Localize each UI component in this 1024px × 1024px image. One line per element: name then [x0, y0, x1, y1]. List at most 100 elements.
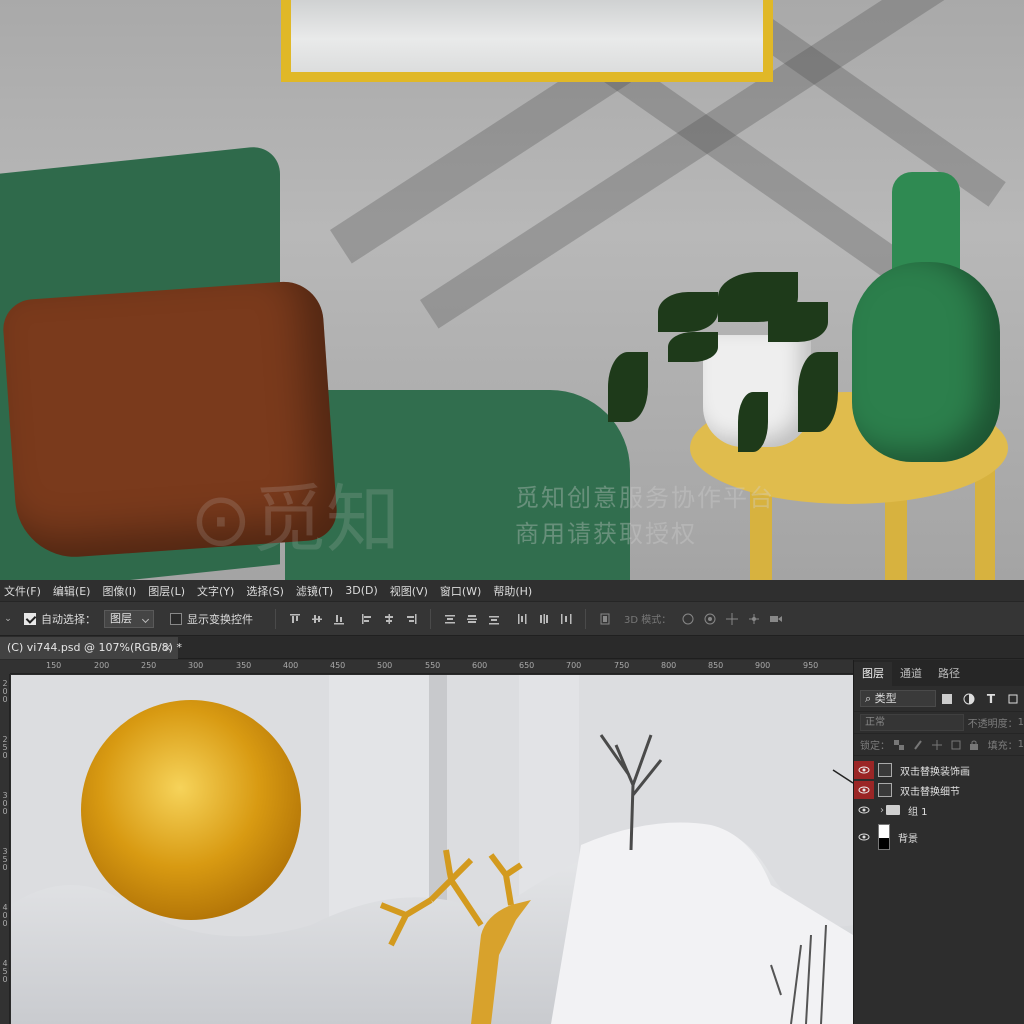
fill-label: 填充： — [987, 741, 1018, 752]
align-vcenter-icon[interactable] — [310, 612, 324, 626]
eye-icon[interactable] — [854, 828, 874, 846]
distribute-right-icon[interactable] — [559, 612, 573, 626]
layer-name: 组 1 — [908, 806, 928, 818]
tab-channels[interactable]: 通道 — [892, 662, 930, 686]
ruler-label: 850 — [708, 661, 724, 670]
align-hcenter-icon[interactable] — [382, 612, 396, 626]
menu-window[interactable]: 窗口(W) — [436, 583, 489, 599]
ruler-label: 500 — [377, 661, 393, 670]
layer-filter-value: 类型 — [874, 692, 897, 705]
document-canvas[interactable] — [11, 675, 853, 1024]
leaf — [768, 302, 828, 342]
menu-file[interactable]: 文件(F) — [0, 583, 49, 599]
lock-paint-icon[interactable] — [913, 738, 924, 752]
auto-select-dropdown[interactable]: 图层 — [104, 609, 154, 628]
auto-align-icon[interactable] — [598, 612, 612, 626]
lock-artboard-icon[interactable] — [950, 738, 961, 752]
lock-pixels-icon[interactable] — [894, 738, 905, 752]
ruler-label: 700 — [566, 661, 582, 670]
ruler-label: 0 — [2, 975, 8, 984]
ruler-label: 200 — [94, 661, 110, 670]
ruler-label: 0 — [2, 751, 8, 760]
ruler-label: 0 — [2, 807, 8, 816]
watermark-line2: 商用请获取授权 — [515, 520, 697, 548]
tab-layers[interactable]: 图层 — [854, 662, 892, 686]
document-tab-title: (C) vi744.psd @ 107%(RGB/8) * — [7, 641, 182, 654]
menu-select[interactable]: 选择(S) — [242, 583, 292, 599]
auto-select-checkbox[interactable] — [24, 612, 36, 625]
lock-move-icon[interactable] — [931, 738, 942, 752]
distribute-top-icon[interactable] — [443, 612, 457, 626]
room-photo: ⊙觅知 觅知创意服务协作平台 商用请获取授权 — [0, 0, 1024, 580]
document-tab[interactable]: (C) vi744.psd @ 107%(RGB/8) * × — [0, 637, 182, 659]
align-right-icon[interactable] — [404, 612, 418, 626]
mode-3d-label: 3D 模式： — [624, 615, 672, 626]
menu-view[interactable]: 视图(V) — [386, 583, 436, 599]
3d-pan-icon[interactable] — [725, 612, 739, 626]
leaf — [798, 352, 838, 432]
panel-tabs: 图层 通道 路径 — [854, 660, 1024, 686]
close-icon[interactable]: × — [163, 637, 172, 659]
auto-select-label: 自动选择： — [41, 612, 96, 626]
blend-mode-dropdown[interactable]: 正常 — [860, 714, 964, 731]
search-icon: ⌕ — [865, 692, 872, 705]
shape-filter-icon[interactable] — [1006, 692, 1020, 706]
expand-chevron-icon[interactable]: › — [880, 805, 884, 816]
transform-controls-checkbox[interactable] — [170, 612, 182, 625]
watermark-text: 觅知创意服务协作平台 商用请获取授权 — [515, 480, 775, 552]
align-top-icon[interactable] — [288, 612, 302, 626]
eye-icon[interactable] — [854, 801, 874, 819]
menu-filter[interactable]: 滤镜(T) — [292, 583, 341, 599]
watermark-line1: 觅知创意服务协作平台 — [515, 484, 775, 512]
options-bar: ⌄ 自动选择： 图层 显示变换控件 3D 模式： — [0, 601, 1024, 636]
ruler-label: 650 — [519, 661, 535, 670]
layer-row[interactable]: 背景 — [854, 820, 1024, 854]
background-thumbnail — [878, 824, 890, 850]
fill-value[interactable]: 1 — [1018, 739, 1024, 750]
eye-icon[interactable] — [854, 781, 874, 799]
menu-image[interactable]: 图像(I) — [98, 583, 144, 599]
distribute-vcenter-icon[interactable] — [465, 612, 479, 626]
distribute-hcenter-icon[interactable] — [537, 612, 551, 626]
leaf — [668, 332, 718, 362]
type-filter-icon[interactable]: T — [984, 692, 998, 706]
divider — [430, 608, 431, 629]
ruler-label: 350 — [236, 661, 252, 670]
3d-scale-icon[interactable] — [769, 612, 783, 626]
menu-help[interactable]: 帮助(H) — [489, 583, 540, 599]
menu-type[interactable]: 文字(Y) — [193, 583, 242, 599]
layer-filter-dropdown[interactable]: ⌕ 类型 — [860, 690, 936, 707]
align-bottom-icon[interactable] — [332, 612, 346, 626]
ruler-label: 900 — [755, 661, 771, 670]
3d-slide-icon[interactable] — [747, 612, 761, 626]
menu-3d[interactable]: 3D(D) — [341, 584, 386, 597]
pixel-filter-icon[interactable] — [940, 692, 954, 706]
document-tab-bar: (C) vi744.psd @ 107%(RGB/8) * × — [0, 637, 1024, 659]
leaf — [658, 292, 718, 332]
layer-row[interactable]: 双击替换细节 — [854, 780, 1024, 800]
horizontal-ruler: 150 200 250 300 350 400 450 500 550 600 … — [10, 660, 853, 674]
menu-layer[interactable]: 图层(L) — [144, 583, 193, 599]
tool-preset-chevron-icon[interactable]: ⌄ — [2, 614, 14, 624]
layer-row[interactable]: 双击替换装饰画 — [854, 760, 1024, 780]
adjustment-filter-icon[interactable] — [962, 692, 976, 706]
eye-icon[interactable] — [854, 761, 874, 779]
ruler-label: 450 — [330, 661, 346, 670]
ruler-label: 400 — [283, 661, 299, 670]
divider — [275, 608, 276, 629]
tab-paths[interactable]: 路径 — [930, 662, 968, 686]
distribute-bottom-icon[interactable] — [487, 612, 501, 626]
ruler-label: 250 — [141, 661, 157, 670]
ruler-label: 750 — [614, 661, 630, 670]
3d-roll-icon[interactable] — [703, 612, 717, 626]
3d-orbit-icon[interactable] — [681, 612, 695, 626]
menu-edit[interactable]: 编辑(E) — [49, 583, 99, 599]
opacity-value[interactable]: 1 — [1018, 717, 1024, 728]
photoshop-window: 文件(F) 编辑(E) 图像(I) 图层(L) 文字(Y) 选择(S) 滤镜(T… — [0, 580, 1024, 1024]
lock-row: 锁定： 填充： 1 — [854, 734, 1024, 756]
layer-row[interactable]: › 组 1 — [854, 800, 1024, 820]
distribute-left-icon[interactable] — [515, 612, 529, 626]
align-left-icon[interactable] — [360, 612, 374, 626]
layer-name: 双击替换细节 — [900, 786, 960, 798]
lock-all-icon[interactable] — [969, 738, 980, 752]
